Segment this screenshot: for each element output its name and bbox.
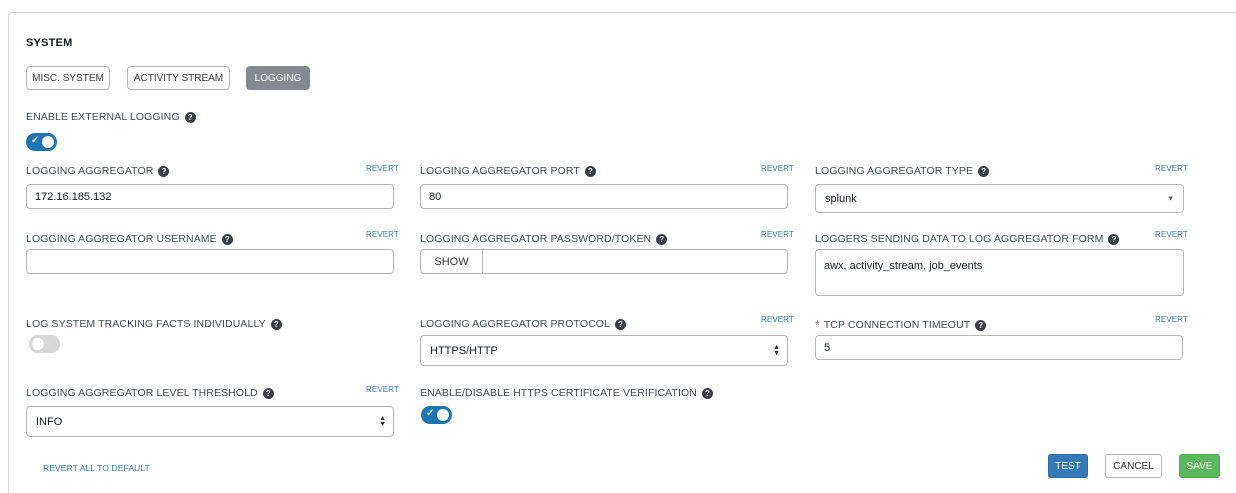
toggle-knob <box>42 136 54 148</box>
section-title: SYSTEM <box>26 37 73 49</box>
tab-logging[interactable]: LOGGING <box>246 66 310 90</box>
logging-aggregator-password-label: LOGGING AGGREGATOR PASSWORD/TOKEN ? <box>420 233 668 245</box>
label-text: LOGGING AGGREGATOR PROTOCOL <box>420 318 610 330</box>
revert-logging-aggregator[interactable]: REVERT <box>366 164 399 173</box>
select-value: INFO <box>36 415 63 428</box>
revert-logging-aggregator-type[interactable]: REVERT <box>1155 164 1188 173</box>
logging-aggregator-username-input[interactable] <box>26 249 394 274</box>
help-icon[interactable]: ? <box>158 165 170 177</box>
tracking-facts-label: LOG SYSTEM TRACKING FACTS INDIVIDUALLY ? <box>26 318 282 330</box>
chevron-down-icon: ▼ <box>1167 195 1174 202</box>
test-button[interactable]: TEST <box>1048 454 1088 478</box>
revert-loggers[interactable]: REVERT <box>1155 230 1188 239</box>
tab-activity-stream[interactable]: ACTIVITY STREAM <box>127 66 230 90</box>
tcp-connection-timeout-input[interactable]: 5 <box>815 335 1183 360</box>
revert-logging-aggregator-protocol[interactable]: REVERT <box>761 315 794 324</box>
cert-verification-toggle[interactable]: ✓ <box>421 406 452 424</box>
enable-external-logging-label: ENABLE EXTERNAL LOGGING ? <box>26 111 196 123</box>
label-text: ENABLE/DISABLE HTTPS CERTIFICATE VERIFIC… <box>420 387 697 399</box>
label-text: LOGGING AGGREGATOR TYPE <box>815 165 974 177</box>
label-text: LOGGING AGGREGATOR PORT <box>420 165 580 177</box>
tracking-facts-toggle[interactable] <box>29 335 60 353</box>
select-value: HTTPS/HTTP <box>430 344 498 357</box>
revert-logging-aggregator-username[interactable]: REVERT <box>366 230 399 239</box>
logging-aggregator-input[interactable]: 172.16.185.132 <box>26 184 394 209</box>
help-icon[interactable]: ? <box>978 165 990 177</box>
revert-level-threshold[interactable]: REVERT <box>366 385 399 394</box>
label-text: ENABLE EXTERNAL LOGGING <box>26 111 180 123</box>
enable-external-logging-toggle[interactable]: ✓ <box>26 133 57 151</box>
save-button[interactable]: SAVE <box>1179 454 1220 478</box>
toggle-knob <box>32 338 44 350</box>
logging-aggregator-type-label: LOGGING AGGREGATOR TYPE ? <box>815 165 990 177</box>
loggers-label: LOGGERS SENDING DATA TO LOG AGGREGATOR F… <box>815 233 1120 245</box>
label-text: LOGGING AGGREGATOR LEVEL THRESHOLD <box>26 387 258 399</box>
logging-aggregator-username-label: LOGGING AGGREGATOR USERNAME ? <box>26 233 233 245</box>
tab-misc-system[interactable]: MISC. SYSTEM <box>26 66 110 90</box>
help-icon[interactable]: ? <box>270 318 282 330</box>
select-value: splunk <box>825 192 857 205</box>
logging-aggregator-protocol-label: LOGGING AGGREGATOR PROTOCOL ? <box>420 318 626 330</box>
help-icon[interactable]: ? <box>184 111 196 123</box>
label-text: LOGGERS SENDING DATA TO LOG AGGREGATOR F… <box>815 233 1104 245</box>
logging-aggregator-port-label: LOGGING AGGREGATOR PORT ? <box>420 165 596 177</box>
toggle-knob <box>437 409 449 421</box>
label-text: LOGGING AGGREGATOR PASSWORD/TOKEN <box>420 233 652 245</box>
label-text: LOGGING AGGREGATOR USERNAME <box>26 233 217 245</box>
label-text: LOGGING AGGREGATOR <box>26 165 154 177</box>
help-icon[interactable]: ? <box>584 165 596 177</box>
revert-logging-aggregator-password[interactable]: REVERT <box>761 230 794 239</box>
check-icon: ✓ <box>426 408 435 419</box>
logging-aggregator-label: LOGGING AGGREGATOR ? <box>26 165 170 177</box>
revert-logging-aggregator-port[interactable]: REVERT <box>761 164 794 173</box>
cert-verification-label: ENABLE/DISABLE HTTPS CERTIFICATE VERIFIC… <box>420 387 713 399</box>
help-icon[interactable]: ? <box>701 387 713 399</box>
logging-aggregator-password-input[interactable]: SHOW <box>420 249 788 274</box>
show-password-button[interactable]: SHOW <box>421 250 483 273</box>
tcp-connection-timeout-label: * TCP CONNECTION TIMEOUT ? <box>815 318 987 332</box>
revert-all-to-default-link[interactable]: REVERT ALL TO DEFAULT <box>43 463 150 473</box>
help-icon[interactable]: ? <box>656 233 668 245</box>
help-icon[interactable]: ? <box>975 319 987 331</box>
help-icon[interactable]: ? <box>615 318 626 330</box>
check-icon: ✓ <box>31 135 40 146</box>
help-icon[interactable]: ? <box>262 387 274 399</box>
label-text: LOG SYSTEM TRACKING FACTS INDIVIDUALLY <box>26 318 266 330</box>
help-icon[interactable]: ? <box>1108 233 1120 245</box>
level-threshold-label: LOGGING AGGREGATOR LEVEL THRESHOLD ? <box>26 387 274 399</box>
label-text: TCP CONNECTION TIMEOUT <box>823 319 971 331</box>
required-asterisk: * <box>815 318 820 332</box>
logging-aggregator-protocol-select[interactable]: HTTPS/HTTP ▲ ▼ <box>420 335 788 366</box>
updown-arrows-icon: ▲ ▼ <box>379 414 386 428</box>
level-threshold-select[interactable]: INFO ▲ ▼ <box>26 406 394 437</box>
logging-aggregator-port-input[interactable]: 80 <box>420 184 788 209</box>
help-icon[interactable]: ? <box>221 233 233 245</box>
updown-arrows-icon: ▲ ▼ <box>773 343 780 357</box>
logging-aggregator-type-select[interactable]: splunk ▼ <box>815 184 1184 213</box>
loggers-textarea[interactable]: awx, activity_stream, job_events <box>815 249 1184 296</box>
revert-tcp-connection-timeout[interactable]: REVERT <box>1155 315 1188 324</box>
cancel-button[interactable]: CANCEL <box>1105 454 1162 478</box>
